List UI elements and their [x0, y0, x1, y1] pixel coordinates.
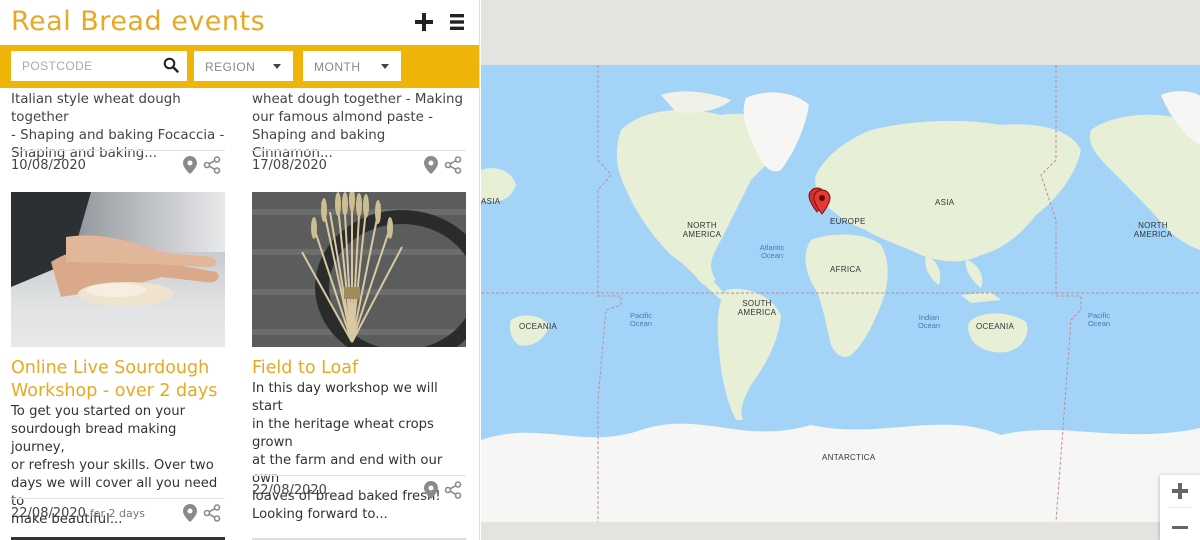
ocean-label: Pacific Ocean	[1087, 311, 1111, 328]
event-duration: for 2 days	[89, 507, 146, 520]
event-meta: 10/08/2020	[11, 150, 225, 178]
event-title[interactable]: Online Live Sourdough Workshop - over 2 …	[11, 357, 231, 403]
desc-line: Looking forward to...	[252, 507, 388, 522]
title-line: Field to Loaf	[252, 358, 359, 378]
ocean-label: Pacific Ocean	[629, 311, 653, 328]
chevron-down-icon	[273, 64, 281, 69]
continent-label: OCEANIA	[976, 322, 1015, 331]
desc-line: or refresh your skills. Over two	[11, 458, 214, 473]
ocean-label: Indian Ocean	[917, 313, 941, 330]
title-line: Online Live Sourdough	[11, 358, 210, 378]
continent-label: SOUTH AMERICA	[737, 299, 777, 317]
zoom-out-icon[interactable]	[1160, 508, 1200, 540]
continent-label: AFRICA	[830, 265, 862, 274]
continent-label: NORTH AMERICA	[1133, 221, 1173, 239]
ocean-label: Atlantic Ocean	[759, 243, 785, 260]
desc-line: in the heritage wheat crops grown	[252, 417, 434, 450]
event-date: 22/08/2020 for 2 days	[11, 506, 145, 521]
world-map[interactable]: ASIA NORTH AMERICA NORTH AMERICA EUROPE …	[481, 0, 1200, 540]
region-select-label: REGION	[205, 60, 256, 74]
month-select[interactable]: MONTH	[303, 51, 401, 81]
title-line: Workshop - over 2 days	[11, 381, 218, 401]
panel-header: Real Bread events	[0, 0, 479, 45]
event-image-hands-dough[interactable]	[11, 192, 225, 347]
map-pin-icon[interactable]	[424, 481, 438, 499]
plus-icon[interactable]	[414, 12, 434, 32]
zoom-in-icon[interactable]	[1160, 475, 1200, 507]
snippet-line: our famous almond paste -	[252, 110, 433, 125]
event-date: 17/08/2020	[252, 158, 327, 173]
snippet-line: Italian style wheat dough together	[11, 92, 181, 125]
continent-label: ANTARCTICA	[822, 453, 876, 462]
map-pin-icon[interactable]	[183, 156, 197, 174]
events-panel: Italian style wheat dough together - Sha…	[0, 0, 480, 540]
continent-label: OCEANIA	[519, 322, 558, 331]
map-zoom-control	[1160, 475, 1200, 540]
region-select[interactable]: REGION	[194, 51, 293, 81]
chevron-down-icon	[381, 64, 389, 69]
snippet-line: wheat dough together - Making	[252, 92, 464, 107]
event-meta: 22/08/2020	[252, 475, 466, 503]
month-select-label: MONTH	[314, 60, 361, 74]
postcode-input[interactable]	[11, 51, 187, 81]
menu-icon[interactable]	[448, 12, 468, 32]
continent-label: ASIA	[481, 197, 501, 206]
desc-line: sourdough bread making journey,	[11, 422, 177, 455]
share-icon[interactable]	[444, 481, 462, 499]
share-icon[interactable]	[444, 156, 462, 174]
share-icon[interactable]	[203, 156, 221, 174]
page-title: Real Bread events	[11, 6, 266, 37]
map-pin-icon[interactable]	[424, 156, 438, 174]
date-value: 22/08/2020	[11, 506, 86, 521]
event-meta: 17/08/2020	[252, 150, 466, 178]
map-pin-icon[interactable]	[183, 504, 197, 522]
continent-label: ASIA	[935, 198, 955, 207]
share-icon[interactable]	[203, 504, 221, 522]
event-title[interactable]: Field to Loaf	[252, 357, 472, 380]
app: Italian style wheat dough together - Sha…	[0, 0, 1200, 540]
continent-label: EUROPE	[830, 217, 866, 226]
continent-label: NORTH AMERICA	[682, 221, 722, 239]
event-image-wheat-bundle[interactable]	[252, 192, 466, 347]
search-icon[interactable]	[163, 57, 179, 73]
desc-line: In this day workshop we will start	[252, 381, 438, 414]
event-date: 10/08/2020	[11, 158, 86, 173]
event-date: 22/08/2020	[252, 483, 327, 498]
event-meta: 22/08/2020 for 2 days	[11, 498, 225, 526]
snippet-line: - Shaping and baking Focaccia -	[11, 128, 225, 143]
desc-line: To get you started on your	[11, 404, 186, 419]
filter-bar: REGION MONTH	[0, 45, 479, 88]
